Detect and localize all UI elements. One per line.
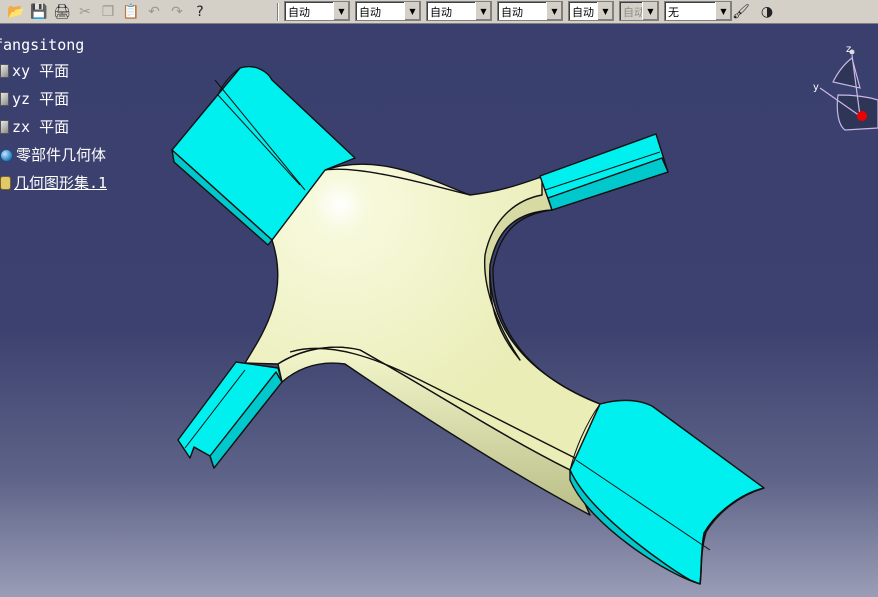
chevron-down-icon[interactable]: ▼ <box>642 2 658 20</box>
open-folder-icon[interactable]: 📂 <box>6 2 26 22</box>
format-painter-icon[interactable]: 🖌 <box>731 2 751 22</box>
compass-z-label: z <box>846 44 851 55</box>
line-type-combo[interactable]: 自动 ▼ <box>497 1 563 21</box>
tree-item-xy-plane[interactable]: xy 平面 <box>0 60 69 82</box>
point-symbol-combo[interactable]: 自动 ▼ <box>568 1 614 21</box>
lower-left-channel[interactable] <box>177 361 283 469</box>
tree-item-yz-plane-label: yz 平面 <box>12 90 70 108</box>
lower-right-cap[interactable] <box>569 399 765 585</box>
layer-combo[interactable]: 无 ▼ <box>664 1 732 21</box>
tree-item-part-body-label: 零部件几何体 <box>16 146 107 164</box>
tree-item-xy-plane-label: xy 平面 <box>12 62 70 80</box>
tree-root[interactable]: fangsitong <box>0 34 84 56</box>
plane-icon <box>0 64 9 78</box>
graphic-properties-icon[interactable]: ◑ <box>757 2 777 22</box>
chevron-down-icon[interactable]: ▼ <box>333 2 349 20</box>
layer-combo-value: 无 <box>668 6 679 19</box>
line-thickness-combo-value: 自动 <box>430 6 452 19</box>
plane-icon <box>0 92 9 106</box>
tree-root-label: fangsitong <box>0 36 85 54</box>
transparency-combo[interactable]: 自动 ▼ <box>355 1 421 21</box>
redo-icon[interactable]: ↷ <box>167 2 187 22</box>
tree-item-part-body[interactable]: 零部件几何体 <box>0 144 106 166</box>
copy-icon[interactable]: ❐ <box>98 2 118 22</box>
whats-this-help-icon[interactable]: ? <box>190 2 210 22</box>
save-icon[interactable]: 💾 <box>29 2 49 22</box>
chevron-down-icon[interactable]: ▼ <box>475 2 491 20</box>
print-icon[interactable]: 🖨 <box>52 2 72 22</box>
3d-viewport[interactable]: z y <box>0 0 878 597</box>
tree-item-zx-plane[interactable]: zx 平面 <box>0 116 69 138</box>
graphic-properties-toolbar: 📂 💾 🖨 ✂ ❐ 📋 ↶ ↷? 自动 ▼ 自动 ▼ 自动 ▼ 自动 ▼ 自动 ▼ 自动 ▼ 无 ▼ 🖌 ◑ <box>0 0 878 24</box>
chevron-down-icon[interactable]: ▼ <box>715 2 731 20</box>
toolbar-separator <box>277 3 279 21</box>
point-symbol-combo-value: 自动 <box>572 6 594 19</box>
part-body-icon <box>0 149 13 162</box>
color-combo[interactable]: 自动 ▼ <box>284 1 350 21</box>
chevron-down-icon[interactable]: ▼ <box>404 2 420 20</box>
line-thickness-combo[interactable]: 自动 ▼ <box>426 1 492 21</box>
line-type-combo-value: 自动 <box>501 6 523 19</box>
tree-item-zx-plane-label: zx 平面 <box>12 118 70 136</box>
compass-widget[interactable]: z y <box>813 44 878 131</box>
undo-icon[interactable]: ↶ <box>144 2 164 22</box>
color-combo-value: 自动 <box>288 6 310 19</box>
plane-icon <box>0 120 9 134</box>
tree-item-geometric-set-label: 几何图形集.1 <box>14 174 108 192</box>
y-pipe-model[interactable] <box>171 65 765 585</box>
transparency-combo-value: 自动 <box>359 6 381 19</box>
catia-workbench-window: z y fangsitong xy 平面 yz 平面 zx 平面零部件几何体 几何图形… <box>0 0 878 597</box>
chevron-down-icon[interactable]: ▼ <box>546 2 562 20</box>
tree-item-yz-plane[interactable]: yz 平面 <box>0 88 69 110</box>
geometric-set-icon <box>0 176 11 190</box>
paste-icon[interactable]: 📋 <box>121 2 141 22</box>
cut-icon[interactable]: ✂ <box>75 2 95 22</box>
compass-y-label: y <box>813 82 819 93</box>
rendering-style-combo[interactable]: 自动 ▼ <box>619 1 659 21</box>
rendering-style-combo-value: 自动 <box>623 6 643 19</box>
chevron-down-icon[interactable]: ▼ <box>597 2 613 20</box>
tree-item-geometric-set[interactable]: 几何图形集.1 <box>0 172 107 194</box>
